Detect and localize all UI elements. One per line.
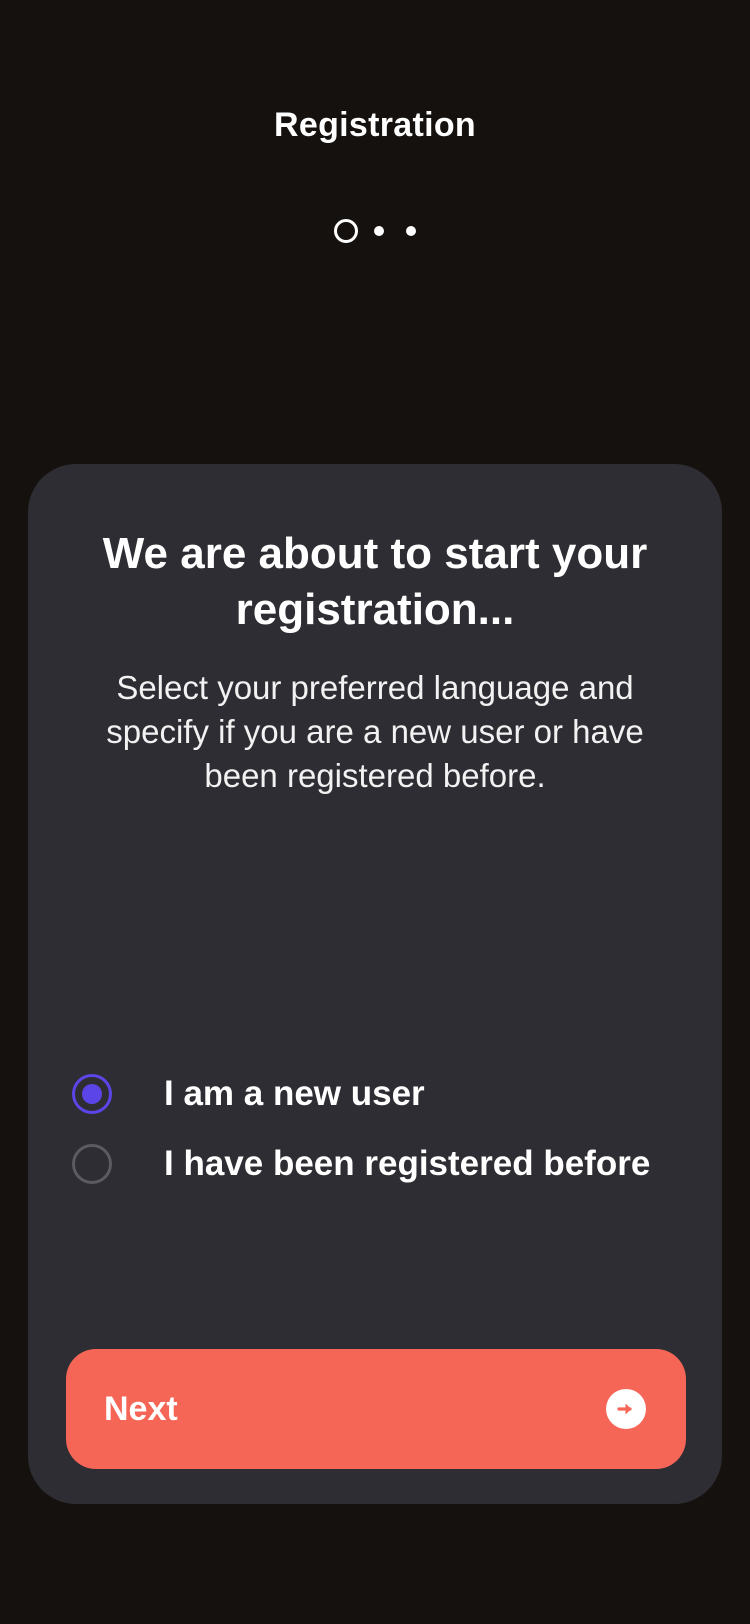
radio-option-new-user[interactable]: I am a new user <box>72 1068 712 1120</box>
step-dot <box>374 226 384 236</box>
user-type-radio-group: I am a new user I have been registered b… <box>72 1068 712 1208</box>
card-title: We are about to start your registration.… <box>102 529 648 634</box>
step-dot <box>406 226 416 236</box>
radio-label: I am a new user <box>164 1074 425 1113</box>
radio-label: I have been registered before <box>164 1144 651 1183</box>
card-subtitle: Select your preferred language and speci… <box>106 669 644 794</box>
page-title: Registration <box>274 106 476 144</box>
next-button[interactable]: Next <box>66 1349 686 1469</box>
arrow-right-circle-icon <box>606 1389 646 1429</box>
arrow-right-icon <box>617 1403 632 1415</box>
radio-option-registered-before[interactable]: I have been registered before <box>72 1138 712 1190</box>
registration-card: We are about to start your registration.… <box>28 464 722 1504</box>
radio-button-unchecked[interactable] <box>72 1144 112 1184</box>
step-indicator <box>0 219 750 243</box>
registration-screen: Registration We are about to start your … <box>0 0 750 1624</box>
next-button-label: Next <box>104 1389 178 1428</box>
step-dot-current <box>334 219 358 243</box>
radio-button-checked[interactable] <box>72 1074 112 1114</box>
